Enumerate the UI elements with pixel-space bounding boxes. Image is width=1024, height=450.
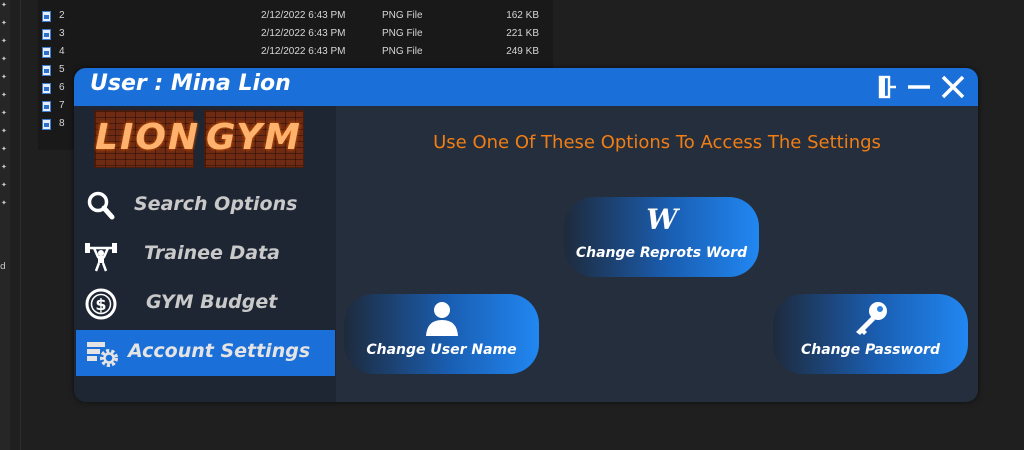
weightlifter-icon [85,243,117,272]
logout-button[interactable] [874,74,900,100]
png-file-icon [42,65,51,76]
file-row[interactable]: 4 2/12/2022 6:43 PM PNG File 249 KB [38,43,553,61]
user-icon [425,302,458,336]
change-reports-word-button[interactable]: W Change Reprots Word [564,197,759,277]
logout-icon [878,75,896,99]
file-name: 6 [59,82,65,93]
settings-heading: Use One Of These Options To Access The S… [433,132,881,153]
sidebar-item-label: Account Settings [128,340,311,362]
option-label: Change User Name [366,342,517,358]
pin-icon[interactable]: ✦ [1,2,8,9]
sidebar-item-label: Search Options [134,193,298,215]
file-size: 249 KB [506,46,539,57]
pin-icon[interactable]: ✦ [1,92,8,99]
change-user-name-button[interactable]: Change User Name [344,294,539,374]
close-button[interactable] [940,74,966,100]
logo-word-lion: LION [94,110,198,168]
file-type: PNG File [382,10,423,21]
explorer-quick-access-strip: ✦ ✦ ✦ ✦ ✦ ✦ ✦ ✦ ✦ ✦ ✦ ✦ [0,0,10,450]
pin-icon[interactable]: ✦ [1,56,8,63]
png-file-icon [42,11,51,22]
option-label: Change Password [800,342,940,358]
png-file-icon [42,47,51,58]
pin-icon[interactable]: ✦ [1,110,8,117]
file-type: PNG File [382,46,423,57]
file-name: 7 [59,100,65,111]
sidebar-item-search-options[interactable]: Search Options [74,183,336,229]
search-icon [87,191,115,220]
pin-icon[interactable]: ✦ [1,146,8,153]
sidebar-item-label: GYM Budget [146,291,278,313]
pin-icon[interactable]: ✦ [1,164,8,171]
explorer-left-letter: d [0,262,6,272]
png-file-icon [42,83,51,94]
file-name: 3 [59,28,65,39]
file-name: 8 [59,118,65,129]
sidebar-item-account-settings[interactable]: Account Settings [76,330,335,376]
account-settings-icon [87,342,118,367]
window-title: User : Mina Lion [90,71,291,96]
file-size: 162 KB [506,10,539,21]
pin-icon[interactable]: ✦ [1,38,8,45]
sidebar-item-label: Trainee Data [144,242,280,264]
file-size: 221 KB [506,28,539,39]
file-name: 5 [59,64,65,75]
gym-app-window: User : Mina Lion LION GYM Search Options… [74,68,978,402]
minimize-icon [908,85,930,89]
file-row[interactable]: 3 2/12/2022 6:43 PM PNG File 221 KB [38,25,553,43]
minimize-button[interactable] [906,74,932,100]
svg-text:$: $ [95,295,106,314]
file-date: 2/12/2022 6:43 PM [261,28,346,39]
file-type: PNG File [382,28,423,39]
png-file-icon [42,101,51,112]
dollar-coin-icon: $ [85,288,117,320]
close-icon [941,75,965,99]
file-row[interactable]: 2 2/12/2022 6:43 PM PNG File 162 KB [38,7,553,25]
pin-icon[interactable]: ✦ [1,20,8,27]
option-label: Change Reprots Word [575,245,748,261]
file-date: 2/12/2022 6:43 PM [261,10,346,21]
pin-icon[interactable]: ✦ [1,200,8,207]
pin-icon[interactable]: ✦ [1,182,8,189]
key-icon [855,302,887,335]
logo-word-gym: GYM [204,110,304,168]
pin-icon[interactable]: ✦ [1,74,8,81]
png-file-icon [42,119,51,130]
pin-icon[interactable]: ✦ [1,128,8,135]
file-name: 4 [59,46,65,57]
sidebar-item-gym-budget[interactable]: $ GYM Budget [74,281,336,327]
svg-text:W: W [646,203,680,236]
change-password-button[interactable]: Change Password [773,294,968,374]
title-bar[interactable]: User : Mina Lion [74,68,978,106]
file-name: 2 [59,10,65,21]
sidebar-item-trainee-data[interactable]: Trainee Data [74,232,336,278]
png-file-icon [42,29,51,40]
word-icon: W [646,203,680,236]
lion-gym-logo: LION GYM [94,110,304,168]
file-date: 2/12/2022 6:43 PM [261,46,346,57]
explorer-divider [20,0,21,450]
